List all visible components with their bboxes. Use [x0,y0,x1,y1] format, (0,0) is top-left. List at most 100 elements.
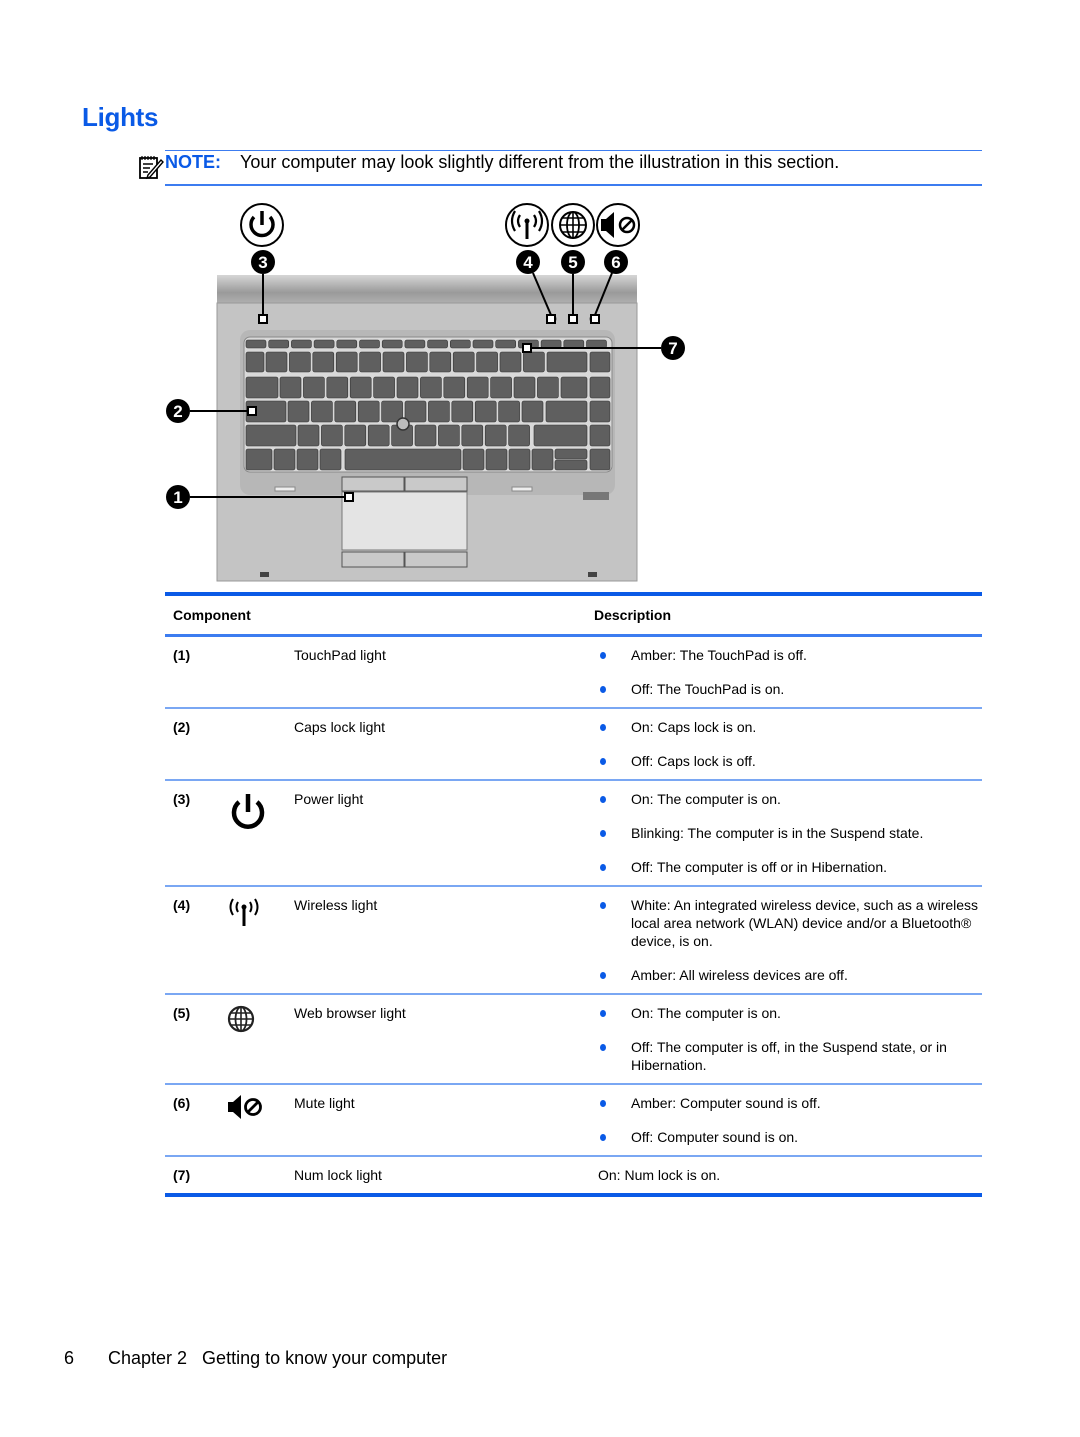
keyboard-key [589,424,611,447]
icon-cell-empty [218,635,286,709]
callout-number: 1 [173,488,182,507]
note-pencil-icon [139,156,164,180]
keyboard-illustration: 1 2 3 4 5 6 7 [166,203,685,582]
keyboard-key [498,400,520,423]
bullet-dot-icon [600,724,606,731]
keyboard-key [540,339,562,349]
keyboard-key [545,400,588,423]
description-bullet: Off: The TouchPad is on. [598,680,982,698]
keyboard-key [533,424,588,447]
keyboard-key [287,400,310,423]
keyboard-key [319,448,342,471]
note-label: NOTE: [165,152,221,172]
keyboard-key [245,424,297,447]
description-bullet: Off: The computer is off or in Hibernati… [598,858,982,876]
keyboard-key [537,376,559,399]
icon-cell-empty [218,1156,286,1195]
description-bullet: Amber: All wireless devices are off. [598,966,982,984]
keyboard-key [427,339,448,349]
keyboard-key [472,339,494,349]
component-number: (3) [165,780,218,887]
keyboard-key [311,400,333,423]
wireless-icon [218,886,286,995]
component-number: (7) [173,1167,191,1183]
callout-number: 2 [173,402,182,421]
lights-table: Component Description (1) TouchPad light A… [165,592,982,1197]
pointing-stick [396,417,410,431]
power-icon [240,203,284,247]
note-text: Your computer may look slightly differen… [240,152,840,172]
mute-icon [596,203,640,247]
component-number: (1) [165,635,218,709]
component-description: On: Caps lock is on. Off: Caps lock is of… [586,708,982,781]
component-description: Amber: Computer sound is off. Off: Comput… [586,1084,982,1157]
note-box: NOTE: Your computer may look slightly di… [139,150,982,186]
keyboard-key [451,400,474,423]
component-number: (5) [165,994,218,1085]
bullet-dot-icon [600,686,606,693]
table-row: (2) Caps lock light On: Caps lock is on. Of… [165,708,982,781]
component-name: Num lock light [294,1167,382,1183]
keyboard-key [279,376,302,399]
component-number: (2) [165,708,218,781]
keyboard-key [296,448,319,471]
keyboard-key [312,351,335,373]
keyboard-key [268,339,289,349]
keyboard-key [589,448,611,471]
page-title: Lights [82,102,159,132]
bullet-dot-icon [600,972,606,979]
keyboard-key [476,351,498,373]
keyboard-key [443,376,466,399]
callout-number: 4 [523,253,533,272]
keyboard-key [495,339,517,349]
keyboard-key [373,376,395,399]
keyboard-key [474,400,497,423]
keyboard-key [291,339,312,349]
bullet-dot-icon [600,1134,606,1141]
keyboard-key [466,376,489,399]
description-bullet: Amber: The TouchPad is off. [598,646,982,664]
keyboard-key [245,376,279,399]
description-bullet: Off: The computer is off, in the Suspend… [598,1038,982,1074]
keyboard-key [429,351,452,373]
component-description: Amber: The TouchPad is off. Off: The Touc… [586,635,982,709]
keyboard-key [359,339,380,349]
page-number: 6 [64,1348,75,1368]
chapter-title: Chapter 2 Getting to know your computer [108,1348,448,1368]
callout-number: 5 [568,253,577,272]
keyboard-key [404,339,426,349]
bullet-dot-icon [600,758,606,765]
keyboard-key [531,448,554,471]
component-name: Caps lock light [286,708,586,781]
icon-cell-empty [218,708,286,781]
keyboard-key [245,351,265,373]
description-bullet: Blinking: The computer is in the Suspend… [598,824,982,842]
component-name: TouchPad light [286,635,586,709]
description-bullet: On: The computer is on. [598,790,982,808]
keyboard-key [289,351,311,373]
keyboard-key [359,351,381,373]
table-header-row: Component Description [165,594,982,637]
bullet-dot-icon [600,652,606,659]
description-bullet: Off: Computer sound is on. [598,1128,982,1146]
keyboard-key [449,339,471,349]
keyboard-key [499,351,522,373]
keyboard-key [381,339,403,349]
keyboard-key [321,424,343,447]
callout-number: 3 [258,253,267,272]
component-name: Web browser light [286,994,586,1085]
keyboard-key [560,376,588,399]
bullet-dot-icon [600,796,606,803]
keyboard-key [428,400,450,423]
keyboard-key [420,376,442,399]
component-name: Wireless light [286,886,586,995]
keyboard-key [461,424,484,447]
keyboard-key [406,351,428,373]
keyboard-key [563,339,585,349]
callout-number: 6 [611,253,620,272]
table-row: (3) Power light On: The computer is on. Bli… [165,780,982,887]
keyboard-key [382,351,405,373]
keyboard-key [273,448,296,471]
keyboard-key [521,400,544,423]
bullet-dot-icon [600,1010,606,1017]
